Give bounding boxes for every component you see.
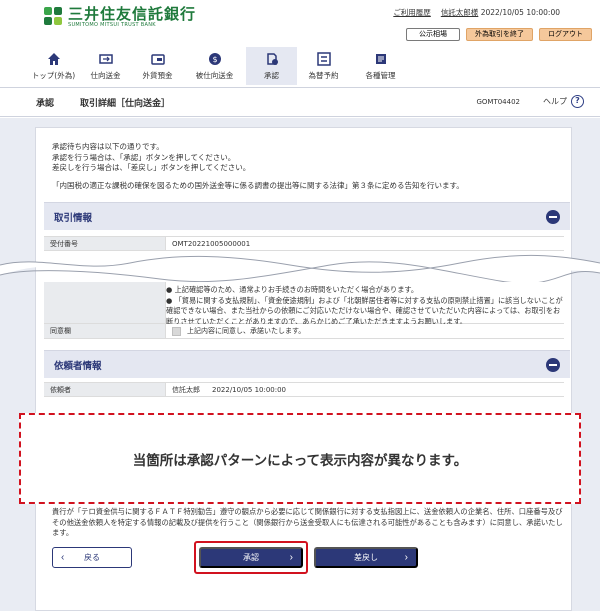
remittance-icon [98,52,113,66]
nav-item-deposit[interactable]: 外貨預金 [132,47,184,85]
table-row: 受付番号 OMT20221005000001 [44,236,564,251]
title-bar: 承認 取引詳細［仕向送金］ GOMT04402 ヘルプ ? [0,87,600,117]
row-label: 受付番号 [44,237,166,250]
transaction-section-header[interactable]: 取引情報 [44,202,570,230]
back-label: 戻る [84,553,100,562]
table-row: 依頼者 信託太郎 2022/10/05 10:00:00 [44,382,564,397]
list-item: ● 「貿易に関する支払規制」、「資金使途規制」および「北朝鮮居住者等に対する支払… [166,295,563,326]
approve-label: 承認 [243,553,259,562]
home-icon [47,52,61,66]
fx-contract-icon [316,52,331,66]
instruction-message: 承認待ち内容は以下の通りです。 承認を行う場合は、「承認」ボタンを押してください… [52,142,250,174]
requester-datetime: 2022/10/05 10:00:00 [212,385,287,394]
nav-item-fx-contract[interactable]: 為替予約 [298,47,350,85]
reference-number: OMT20221005000001 [166,237,564,250]
deposit-icon [150,52,165,66]
message-line: 差戻しを行う場合は、「差戻し」ボタンを押してください。 [52,163,251,172]
consent-text: 上記内容に同意し、承諾いたします。 [187,327,306,335]
terms-bullets: ● 上記確認等のため、通常よりお手続きのお時間をいただく場合があります。 ● 「… [166,285,566,327]
chevron-right-icon: › [289,552,293,563]
collapse-icon[interactable] [546,358,560,372]
section-title: 取引情報 [54,212,93,224]
callout-text: 当箇所は承認パターンによって表示内容が異なります。 [132,452,468,469]
approval-icon [265,52,279,66]
nav-label: 外貨預金 [142,71,173,80]
reject-button[interactable]: 差戻し › [314,547,418,568]
nav-label: 各種管理 [365,71,396,80]
nav-label: 承認 [264,71,279,80]
nav-label: 仕向送金 [90,71,121,80]
message-line: 承認を行う場合は、「承認」ボタンを押してください。 [52,152,236,162]
nav-item-top[interactable]: トップ(外為) [28,47,80,85]
user-name[interactable]: 信託太郎様 [441,8,479,17]
table-row: 同意欄 上記内容に同意し、承諾いたします。 [44,324,564,339]
nav-label: 為替予約 [308,71,339,80]
back-button[interactable]: ‹ 戻る [52,547,132,568]
requester-value: 信託太郎 2022/10/05 10:00:00 [166,383,564,396]
message-line: 承認待ち内容は以下の通りです。 [52,142,164,151]
help-icon: ? [571,95,584,108]
incoming-remittance-icon: $ [208,52,222,66]
public-rate-button[interactable]: 公示相場 [406,28,460,41]
user-info: 信託太郎様 2022/10/05 10:00:00 [441,7,560,18]
help-label: ヘルプ [543,97,567,106]
help-button[interactable]: ヘルプ ? [543,95,584,108]
header: 三井住友信託銀行 SUMITOMO MITSUI TRUST BANK ご利用履… [0,0,600,44]
management-icon [374,52,388,66]
consent-cell: 上記内容に同意し、承諾いたします。 [166,324,564,338]
nav-item-management[interactable]: 各種管理 [350,47,412,85]
row-label: 同意欄 [44,324,166,338]
row-label: 依頼者 [44,383,166,396]
approve-button[interactable]: 承認 › [199,547,303,568]
legal-notice: 「内国税の適正な課税の確保を図るための国外送金等に係る調書の提出等に関する法律」… [52,181,464,190]
top-buttons: 公示相場 外為取引を終了 ログアウト [406,28,592,41]
row-label [44,282,166,323]
screen-id: GOMT04402 [476,98,520,106]
fatf-notice: 貴行が「テロ資金供与に関するＦＡＴＦ特別勧告」遵守の観点から必要に応じて関係銀行… [52,507,563,537]
consent-checkbox[interactable] [172,326,181,336]
bank-logo[interactable]: 三井住友信託銀行 SUMITOMO MITSUI TRUST BANK [44,6,196,28]
end-fx-button[interactable]: 外為取引を終了 [466,28,533,41]
global-nav: トップ(外為) 仕向送金 外貨預金 $ 被仕向送金 承認 為替予約 各種管理 [28,47,412,85]
logout-button[interactable]: ログアウト [539,28,592,41]
login-datetime: 2022/10/05 10:00:00 [480,8,560,17]
page-break-divider [0,254,600,283]
reject-label: 差戻し [354,553,378,562]
nav-item-incoming[interactable]: $ 被仕向送金 [184,47,246,85]
nav-item-approval[interactable]: 承認 [246,47,298,85]
collapse-icon[interactable] [546,210,560,224]
usage-history-link[interactable]: ご利用履歴 [393,7,431,18]
requester-section-header[interactable]: 依頼者情報 [44,350,570,378]
svg-text:$: $ [212,55,217,64]
page-title: 取引詳細［仕向送金］ [80,98,171,109]
bank-name: 三井住友信託銀行 [68,5,197,23]
nav-label: トップ(外為) [31,71,76,80]
nav-item-remittance[interactable]: 仕向送金 [80,47,132,85]
chevron-right-icon: › [404,552,408,563]
section-title: 依頼者情報 [54,360,102,372]
page-category: 承認 [36,98,55,109]
nav-label: 被仕向送金 [195,71,234,80]
requester-name: 信託太郎 [172,385,200,394]
top-links: ご利用履歴 信託太郎様 2022/10/05 10:00:00 [393,7,560,18]
logo-mark-icon [44,7,64,27]
pattern-variation-callout: 当箇所は承認パターンによって表示内容が異なります。 [19,413,581,504]
chevron-left-icon: ‹ [61,552,65,563]
list-item: ● 上記確認等のため、通常よりお手続きのお時間をいただく場合があります。 [166,285,419,294]
